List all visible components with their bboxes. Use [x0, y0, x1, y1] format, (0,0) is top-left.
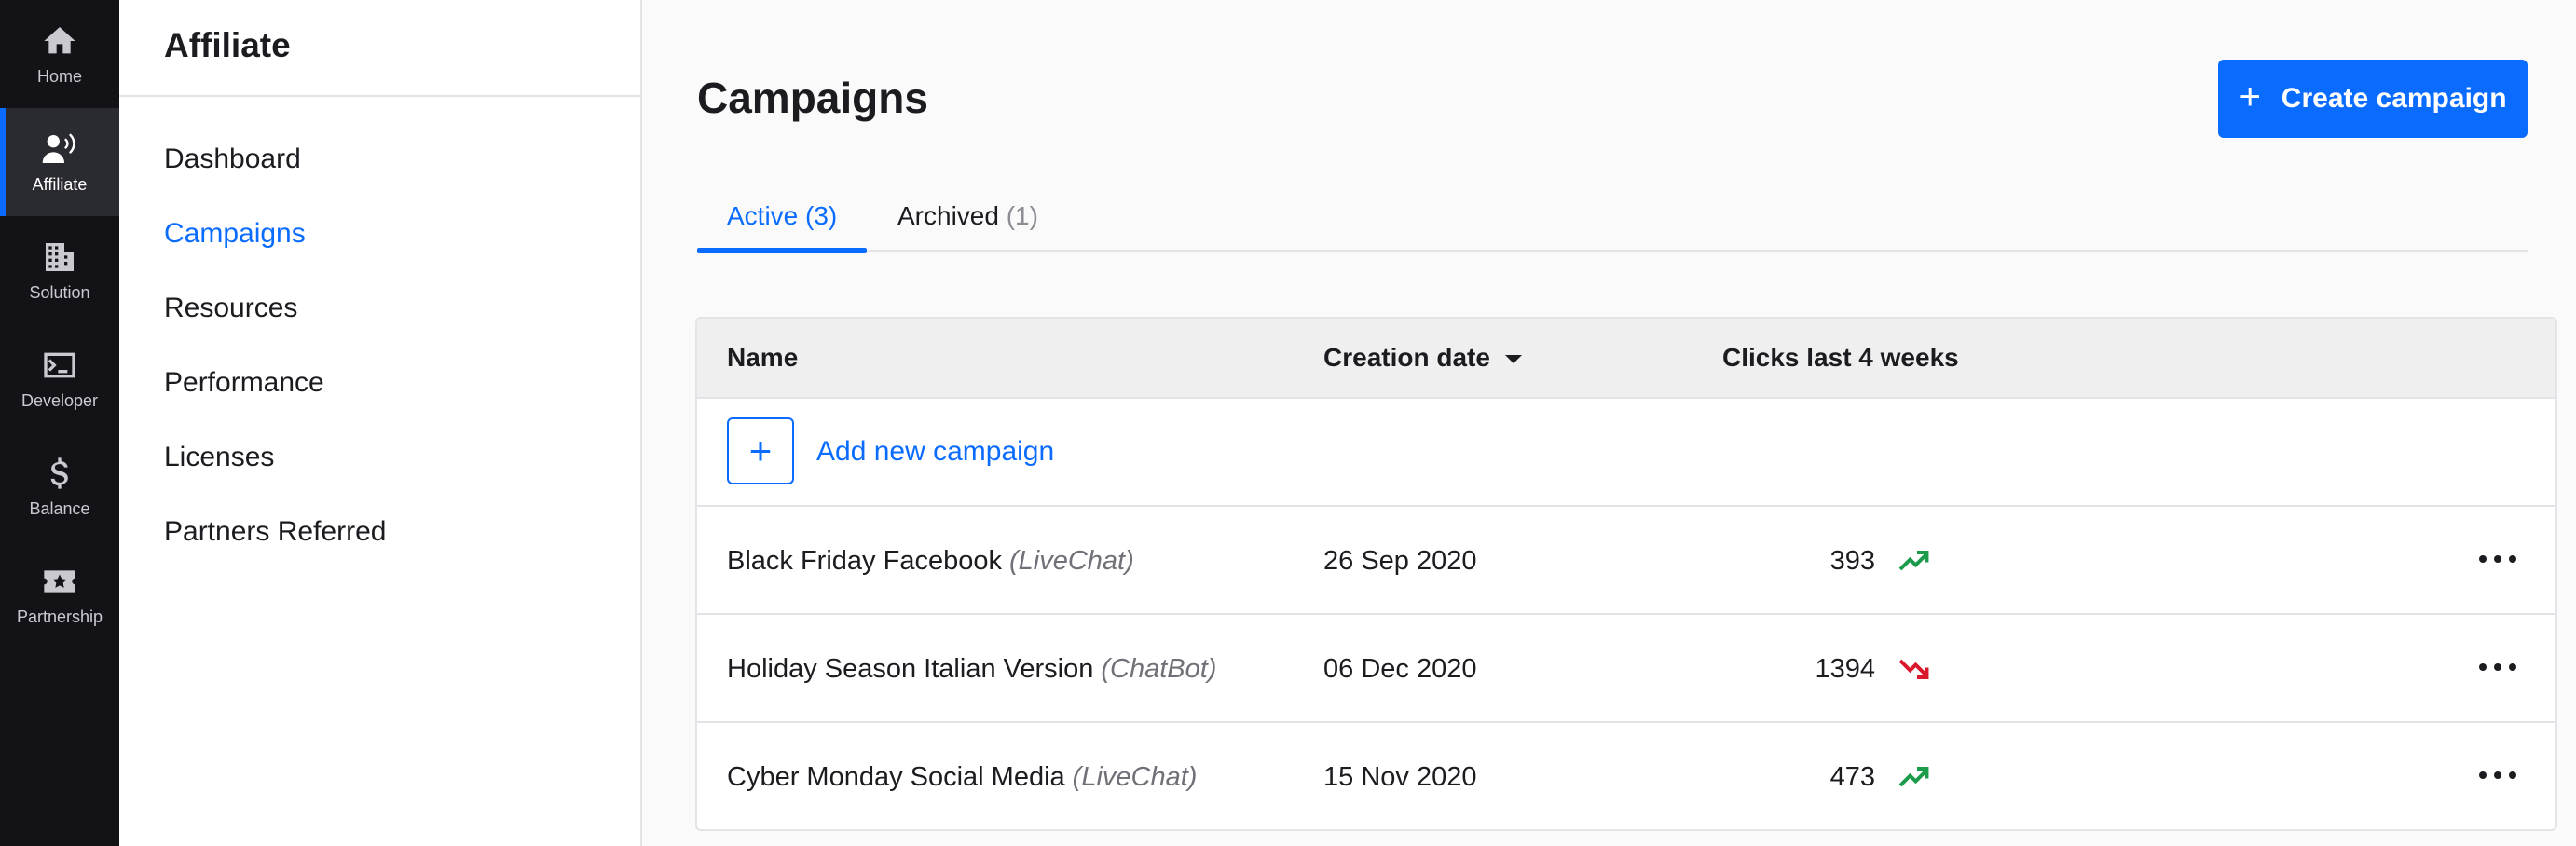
rail-item-label: Solution — [29, 282, 90, 302]
ticket-star-icon — [44, 569, 75, 593]
subnav-item-partners-referred[interactable]: Partners Referred — [164, 516, 386, 548]
campaign-name: Cyber Monday Social Media — [727, 762, 1065, 792]
more-options-icon[interactable] — [2479, 656, 2516, 678]
subnav-item-campaigns[interactable]: Campaigns — [164, 218, 306, 250]
terminal-icon — [44, 352, 75, 377]
rail-item-developer[interactable]: Developer — [0, 324, 119, 432]
add-new-campaign-link[interactable]: Add new campaign — [816, 436, 1054, 468]
subnav-title: Affiliate — [164, 26, 291, 64]
dollar-icon — [50, 457, 68, 489]
subnav-divider — [119, 95, 640, 97]
tab-count: (3) — [805, 201, 838, 230]
column-header-name: Name — [727, 343, 799, 372]
tab-label: Archived — [897, 201, 999, 230]
clicks-cell: 473 — [1829, 762, 1875, 792]
home-icon — [44, 26, 75, 53]
subnav-item-resources[interactable]: Resources — [164, 293, 297, 324]
campaign-name: Black Friday Facebook — [727, 546, 1002, 576]
column-header-label: Creation date — [1323, 343, 1490, 372]
campaign-product: (LiveChat) — [1072, 762, 1198, 792]
subnav-item-licenses[interactable]: Licenses — [164, 442, 274, 473]
table-row[interactable]: Black Friday Facebook (LiveChat) 26 Sep 2… — [697, 507, 2555, 615]
creation-date-cell: 06 Dec 2020 — [1323, 654, 1477, 684]
column-header-clicks: Clicks last 4 weeks — [1722, 343, 1959, 372]
campaign-name-cell: Black Friday Facebook (LiveChat) — [727, 546, 1134, 577]
more-options-icon[interactable] — [2479, 764, 2516, 786]
sort-caret-down-icon[interactable] — [1504, 355, 1522, 364]
campaign-name-cell: Holiday Season Italian Version (ChatBot) — [727, 654, 1216, 685]
add-campaign-plus-button[interactable]: + — [727, 417, 794, 484]
more-options-icon[interactable] — [2479, 548, 2516, 570]
icon-rail: Home Affiliate Solution Developer Balanc… — [0, 0, 119, 846]
campaign-name-cell: Cyber Monday Social Media (LiveChat) — [727, 762, 1197, 793]
tab-label: Active — [727, 201, 799, 230]
creation-date-cell: 26 Sep 2020 — [1323, 546, 1477, 576]
rail-item-home[interactable]: Home — [0, 0, 119, 108]
trend-up-icon — [1898, 767, 1929, 787]
create-campaign-label: Create campaign — [2281, 83, 2507, 114]
plus-icon: + — [2239, 76, 2261, 117]
subnav-item-performance[interactable]: Performance — [164, 367, 324, 399]
tab-active[interactable]: Active (3) — [697, 201, 868, 253]
add-campaign-row[interactable]: + Add new campaign — [697, 399, 2555, 507]
page-title: Campaigns — [697, 74, 928, 122]
campaigns-table: Name Creation date Clicks last 4 weeks +… — [695, 317, 2557, 831]
table-header: Name Creation date Clicks last 4 weeks — [697, 319, 2555, 399]
campaign-tabs: Active (3) Archived (1) — [697, 190, 2528, 253]
campaign-product: (ChatBot) — [1101, 654, 1217, 684]
rail-item-label: Partnership — [16, 607, 103, 626]
rail-item-balance[interactable]: Balance — [0, 432, 119, 540]
tab-archived[interactable]: Archived (1) — [897, 201, 1038, 252]
rail-item-affiliate[interactable]: Affiliate — [0, 108, 119, 216]
trend-up-icon — [1898, 551, 1929, 571]
rail-item-label: Balance — [29, 498, 90, 518]
clicks-cell: 393 — [1829, 546, 1875, 576]
trend-down-icon — [1898, 659, 1929, 679]
subnav-item-dashboard[interactable]: Dashboard — [164, 143, 301, 175]
rail-item-label: Developer — [21, 390, 99, 410]
creation-date-cell: 15 Nov 2020 — [1323, 762, 1477, 792]
table-row[interactable]: Holiday Season Italian Version (ChatBot) … — [697, 615, 2555, 723]
rail-item-label: Home — [36, 66, 82, 86]
campaign-product: (LiveChat) — [1008, 546, 1134, 576]
building-icon — [46, 242, 74, 271]
affiliate-icon — [42, 132, 75, 163]
column-header-creation-date[interactable]: Creation date — [1323, 343, 1522, 373]
affiliate-subnav: Affiliate Dashboard Campaigns Resources … — [119, 0, 642, 846]
rail-item-solution[interactable]: Solution — [0, 216, 119, 324]
tab-count: (1) — [1006, 201, 1038, 230]
rail-item-partnership[interactable]: Partnership — [0, 540, 119, 648]
rail-item-label: Affiliate — [32, 174, 88, 194]
create-campaign-button[interactable]: + Create campaign — [2218, 60, 2528, 138]
clicks-cell: 1394 — [1815, 654, 1875, 684]
table-row[interactable]: Cyber Monday Social Media (LiveChat) 15 N… — [697, 723, 2555, 829]
campaign-name: Holiday Season Italian Version — [727, 654, 1094, 684]
